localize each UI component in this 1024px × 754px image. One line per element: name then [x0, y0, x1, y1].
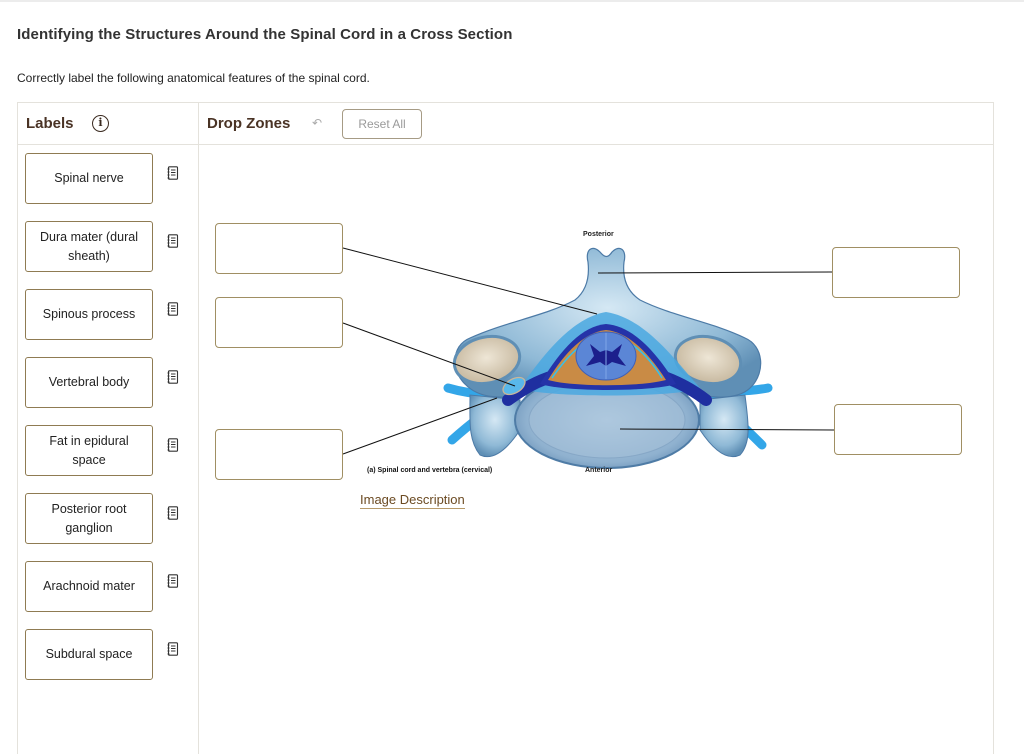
drop-zone-4[interactable]	[832, 247, 960, 298]
leader-line-4	[597, 271, 833, 274]
leader-line-1	[342, 247, 598, 315]
spinal-cord-figure	[342, 247, 835, 469]
anterior-label: Anterior	[585, 467, 613, 474]
drop-zone-2[interactable]	[215, 297, 343, 348]
figure-caption: (a) Spinal cord and vertebra (cervical)	[367, 467, 493, 474]
image-description-link[interactable]: Image Description	[360, 492, 465, 509]
drop-zone-5[interactable]	[834, 404, 962, 455]
transverse-process-left	[469, 394, 521, 458]
posterior-label: Posterior	[583, 231, 614, 238]
drop-zone-1[interactable]	[215, 223, 343, 274]
drop-zone-3[interactable]	[215, 429, 343, 480]
